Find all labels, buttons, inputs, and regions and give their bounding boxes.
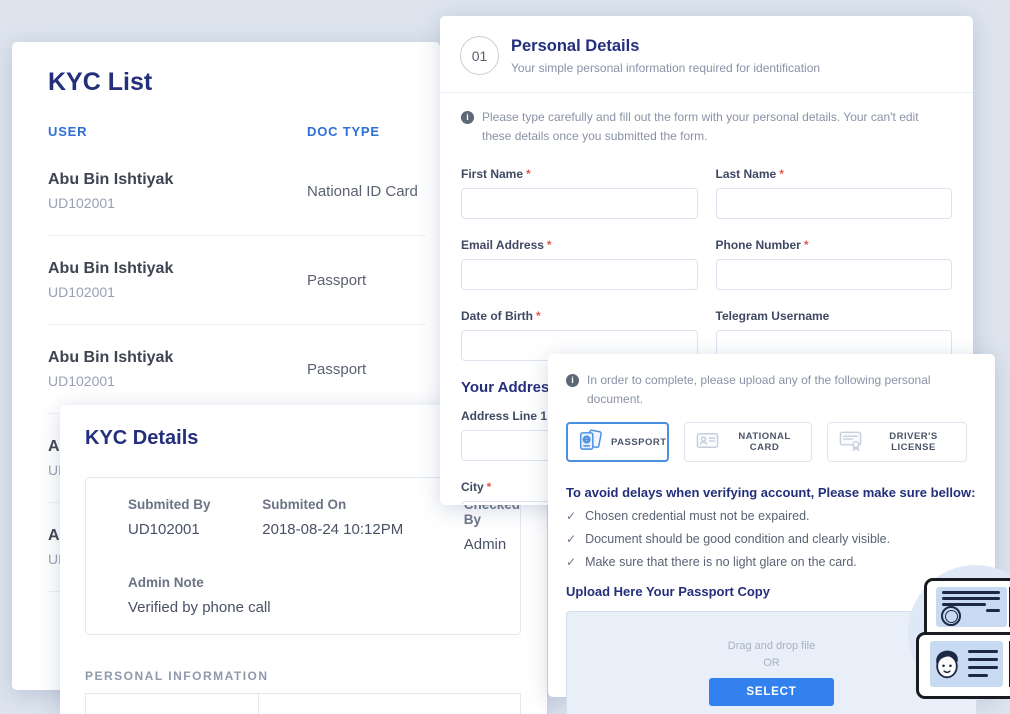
email-field-group: Email Address*	[461, 238, 698, 290]
list-header-row: USER DOC TYPE	[48, 124, 426, 139]
last-name-input[interactable]	[716, 188, 953, 219]
doc-option-passport[interactable]: PASSPORT	[566, 422, 669, 462]
doc-type-cell: Passport	[307, 361, 426, 378]
user-name: Abu Bin Ishtiyak	[48, 349, 307, 367]
table-row[interactable]: Abu Bin Ishtiyak UD102001 National ID Ca…	[48, 147, 426, 236]
doc-type-cell: Passport	[307, 272, 426, 289]
personal-information-heading: PERSONAL INFORMATION	[85, 669, 521, 683]
check-icon: ✓	[566, 532, 576, 546]
submitted-by-label: Submited By	[128, 497, 262, 512]
admin-note-value: Verified by phone call	[128, 599, 520, 616]
info-row-value: Abu Bin	[259, 694, 520, 714]
dob-label: Date of Birth	[461, 309, 533, 323]
form-note-text: Please type carefully and fill out the f…	[482, 108, 949, 146]
submitted-on-label: Submited On	[262, 497, 463, 512]
info-icon: i	[461, 111, 474, 124]
person-avatar-icon	[932, 647, 962, 686]
checklist-item: ✓ Make sure that there is no light glare…	[566, 555, 977, 569]
national-card-icon	[695, 428, 720, 456]
passport-stamp-icon	[941, 606, 961, 626]
phone-number-input[interactable]	[716, 259, 953, 290]
doc-option-label: PASSPORT	[611, 437, 667, 448]
last-name-label: Last Name	[716, 167, 777, 181]
id-card-illustration-bottom	[916, 632, 1010, 699]
email-field[interactable]	[461, 259, 698, 290]
info-row-label: First Name	[86, 694, 259, 714]
check-icon: ✓	[566, 555, 576, 569]
first-name-label: First Name	[461, 167, 523, 181]
admin-note-label: Admin Note	[128, 575, 520, 590]
user-cell: Abu Bin Ishtiyak UD102001	[48, 171, 307, 211]
table-row[interactable]: Abu Bin Ishtiyak UD102001 Passport	[48, 236, 426, 325]
required-asterisk: *	[536, 309, 541, 323]
telegram-label: Telegram Username	[716, 309, 830, 323]
submitted-on-value: 2018-08-24 10:12PM	[262, 521, 463, 538]
user-id: UD102001	[48, 195, 307, 211]
city-label: City	[461, 480, 484, 494]
address-line1-label: Address Line 1	[461, 409, 547, 423]
admin-note-block: Admin Note Verified by phone call	[128, 575, 520, 616]
checked-by-value: Admin	[464, 536, 520, 553]
doc-option-drivers-license[interactable]: DRIVER'S LICENSE	[827, 422, 967, 462]
column-header-doc-type: DOC TYPE	[307, 124, 426, 139]
check-icon: ✓	[566, 509, 576, 523]
checklist-item: ✓ Document should be good condition and …	[566, 532, 977, 546]
user-name: Abu Bin Ishtiyak	[48, 171, 307, 189]
upload-note: i In order to complete, please upload an…	[566, 371, 977, 409]
form-note: i Please type carefully and fill out the…	[440, 93, 973, 146]
upload-note-text: In order to complete, please upload any …	[587, 371, 977, 409]
upload-here-heading: Upload Here Your Passport Copy	[566, 584, 977, 599]
required-asterisk: *	[779, 167, 784, 181]
personal-information-table: First Name Abu Bin	[85, 693, 521, 714]
checklist-item: ✓ Chosen credential must not be expaired…	[566, 509, 977, 523]
table-row[interactable]: Abu Bin Ishtiyak UD102001 Passport	[48, 325, 426, 414]
page-title: KYC List	[48, 68, 426, 97]
step-title: Personal Details	[511, 37, 820, 56]
required-asterisk: *	[487, 480, 492, 494]
required-asterisk: *	[547, 238, 552, 252]
required-asterisk: *	[526, 167, 531, 181]
id-card-panel	[936, 587, 1007, 627]
last-name-field-group: Last Name*	[716, 167, 953, 219]
checklist-text: Chosen credential must not be expaired.	[585, 509, 809, 523]
user-cell: Abu Bin Ishtiyak UD102001	[48, 260, 307, 300]
document-type-options: PASSPORT NATIONAL CARD	[566, 422, 977, 462]
id-card-illustration-top	[924, 578, 1010, 640]
doc-option-label: NATIONAL CARD	[728, 431, 801, 453]
submitted-by-value: UD102001	[128, 521, 262, 538]
or-text: OR	[763, 657, 780, 669]
phone-label: Phone Number	[716, 238, 801, 252]
column-header-user: USER	[48, 124, 307, 139]
doc-option-label: DRIVER'S LICENSE	[871, 431, 956, 453]
user-name: Abu Bin Ishtiyak	[48, 260, 307, 278]
select-file-button[interactable]: SELECT	[709, 678, 833, 706]
info-icon: i	[566, 374, 579, 387]
user-id: UD102001	[48, 373, 307, 389]
verification-warning-heading: To avoid delays when verifying account, …	[566, 485, 977, 500]
step-header: 01 Personal Details Your simple personal…	[440, 16, 973, 93]
first-name-input[interactable]	[461, 188, 698, 219]
first-name-field-group: First Name*	[461, 167, 698, 219]
submitted-by-block: Submited By UD102001	[128, 497, 262, 553]
checklist-text: Make sure that there is no light glare o…	[585, 555, 857, 569]
submitted-on-block: Submited On 2018-08-24 10:12PM	[262, 497, 463, 553]
kyc-admin-screen: KYC List USER DOC TYPE Abu Bin Ishtiyak …	[0, 0, 1010, 714]
user-id: UD102001	[48, 284, 307, 300]
phone-field-group: Phone Number*	[716, 238, 953, 290]
personal-details-form: First Name* Last Name* Email Address* Ph…	[440, 146, 973, 361]
id-card-panel	[930, 641, 1003, 687]
user-cell: Abu Bin Ishtiyak UD102001	[48, 349, 307, 389]
step-subtitle: Your simple personal information require…	[511, 61, 820, 75]
drag-drop-text: Drag and drop file	[728, 640, 815, 652]
checklist-text: Document should be good condition and cl…	[585, 532, 890, 546]
required-asterisk: *	[804, 238, 809, 252]
doc-type-cell: National ID Card	[307, 183, 426, 200]
step-number-badge: 01	[460, 36, 499, 75]
passport-icon	[578, 428, 603, 456]
drivers-license-icon	[838, 428, 863, 456]
email-label: Email Address	[461, 238, 544, 252]
checked-by-block: Checked By Admin	[464, 497, 520, 553]
doc-option-national-card[interactable]: NATIONAL CARD	[684, 422, 812, 462]
